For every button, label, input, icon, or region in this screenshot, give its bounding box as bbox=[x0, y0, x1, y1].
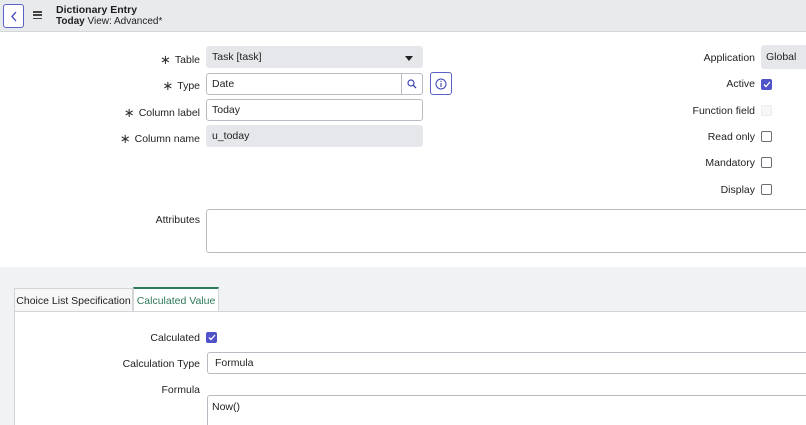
application-value: Global bbox=[766, 51, 797, 63]
table-select-value: Task [task] bbox=[212, 51, 262, 63]
tab-label: Calculated Value bbox=[136, 294, 216, 307]
view-name: View: Advanced* bbox=[87, 16, 163, 27]
type-lookup-button[interactable] bbox=[402, 73, 423, 95]
info-icon bbox=[435, 78, 447, 89]
type-input[interactable]: Date bbox=[206, 73, 402, 95]
tab-calculated-value[interactable]: Calculated Value bbox=[133, 287, 219, 312]
column-name-label: ∗ Column name bbox=[119, 131, 200, 146]
form-header: Dictionary Entry Today View: Advanced* bbox=[0, 0, 806, 32]
table-select[interactable]: Task [task] bbox=[206, 46, 423, 68]
checkmark-icon bbox=[763, 81, 770, 88]
formula-label: Formula bbox=[161, 384, 200, 396]
type-info-button[interactable] bbox=[430, 72, 452, 95]
menu-icon[interactable] bbox=[33, 11, 42, 19]
calculation-type-select[interactable]: Formula bbox=[207, 352, 806, 374]
checkmark-icon bbox=[208, 334, 215, 341]
active-label: Active bbox=[726, 78, 755, 90]
calculation-type-value: Formula bbox=[215, 357, 254, 369]
back-button[interactable] bbox=[3, 4, 24, 28]
table-label: ∗ Table bbox=[159, 52, 200, 67]
read-only-checkbox[interactable] bbox=[761, 131, 772, 142]
tab-choice-list-specification[interactable]: Choice List Specification bbox=[14, 288, 133, 312]
formula-value: Now() bbox=[212, 401, 240, 413]
required-icon: ∗ bbox=[162, 78, 174, 93]
type-label: ∗ Type bbox=[162, 78, 200, 93]
column-label-label: ∗ Column label bbox=[123, 105, 200, 120]
column-label-input[interactable]: Today bbox=[206, 99, 423, 121]
attributes-label: Attributes bbox=[155, 214, 200, 226]
application-field: Global bbox=[761, 45, 806, 69]
required-icon: ∗ bbox=[119, 131, 131, 146]
calculated-label: Calculated bbox=[150, 332, 200, 344]
mandatory-checkbox[interactable] bbox=[761, 157, 772, 168]
application-label: Application bbox=[703, 52, 755, 64]
search-icon bbox=[407, 79, 417, 89]
mandatory-label: Mandatory bbox=[705, 157, 755, 169]
caret-down-icon bbox=[405, 56, 413, 61]
display-checkbox[interactable] bbox=[761, 184, 772, 195]
chevron-left-icon bbox=[10, 11, 16, 21]
column-name-value: u_today bbox=[212, 130, 250, 142]
column-name-field: u_today bbox=[206, 125, 423, 147]
function-field-label: Function field bbox=[692, 105, 755, 117]
display-label: Display bbox=[720, 184, 755, 196]
active-checkbox[interactable] bbox=[761, 79, 772, 90]
formula-editor[interactable]: Now() bbox=[207, 395, 806, 425]
type-input-value: Date bbox=[212, 78, 235, 90]
tab-label: Choice List Specification bbox=[16, 294, 131, 307]
calculated-checkbox[interactable] bbox=[206, 332, 217, 343]
required-icon: ∗ bbox=[123, 105, 135, 120]
calculation-type-label: Calculation Type bbox=[122, 358, 200, 370]
header-text: Dictionary Entry Today View: Advanced* bbox=[56, 4, 163, 28]
required-icon: ∗ bbox=[159, 52, 171, 67]
function-field-checkbox bbox=[761, 105, 772, 116]
attributes-textarea[interactable] bbox=[206, 209, 806, 253]
record-name: Today bbox=[56, 16, 85, 27]
column-label-value: Today bbox=[212, 104, 241, 116]
read-only-label: Read only bbox=[707, 131, 755, 143]
page-title: Dictionary Entry bbox=[56, 4, 138, 16]
